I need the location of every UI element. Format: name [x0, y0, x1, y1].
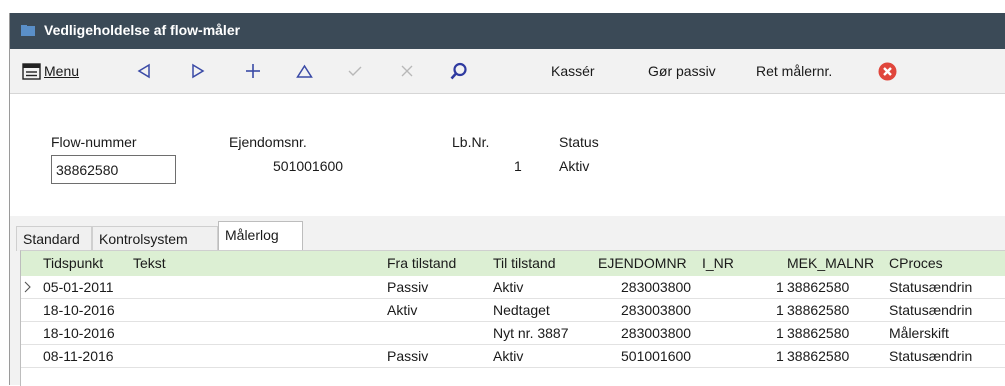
cell-tidspunkt: 08-11-2016: [43, 348, 114, 364]
cell-fra-tilstand: Aktiv: [387, 302, 418, 318]
kasser-button[interactable]: Kassér: [551, 49, 595, 93]
close-circle-icon: [878, 62, 897, 80]
ejendomsnr-value: 501001600: [273, 158, 344, 174]
grid-header: Tidspunkt Tekst Fra tilstand Til tilstan…: [21, 251, 1005, 276]
toolbar: Menu Kassér Gør passiv Ret målernr.: [10, 49, 1005, 94]
cell-tidspunkt: 18-10-2016: [43, 302, 115, 318]
status-label: Status: [559, 134, 599, 150]
close-button[interactable]: [878, 49, 897, 93]
cell-tidspunkt: 05-01-2011: [43, 279, 114, 295]
app-window: Vedligeholdelse af flow-måler Menu Kassé: [9, 13, 1005, 386]
gor-passiv-label: Gør passiv: [648, 63, 716, 79]
table-row[interactable]: 18-10-2016 Nyt nr. 3887 283003800 1 3886…: [21, 322, 1005, 345]
window-icon: [21, 25, 35, 36]
checkmark-icon: [348, 66, 362, 76]
tab-strip: Standard Kontrolsystem Målerlog: [10, 216, 1005, 252]
search-button[interactable]: [450, 49, 468, 93]
tab-kontrolsystem[interactable]: Kontrolsystem: [92, 226, 218, 251]
col-mek-malnr[interactable]: MEK_MALNR: [787, 255, 874, 271]
col-i-nr[interactable]: I_NR: [702, 255, 734, 271]
kasser-label: Kassér: [551, 63, 595, 79]
cell-i-nr: 1: [776, 302, 784, 318]
triangle-right-icon: [192, 63, 205, 79]
malerlog-grid: Tidspunkt Tekst Fra tilstand Til tilstan…: [20, 250, 1005, 386]
confirm-button[interactable]: [347, 49, 363, 93]
cell-ejendomnr: 501001600: [621, 348, 692, 364]
cell-cproces: Målerskift: [889, 325, 949, 341]
col-tidspunkt[interactable]: Tidspunkt: [43, 255, 103, 271]
cell-ejendomnr: 283003800: [621, 302, 692, 318]
lbnr-label: Lb.Nr.: [452, 134, 490, 150]
cell-tidspunkt: 18-10-2016: [43, 325, 115, 341]
col-til-tilstand[interactable]: Til tilstand: [493, 255, 556, 271]
col-cproces[interactable]: CProces: [889, 255, 943, 271]
menu-icon: [22, 62, 41, 80]
cell-i-nr: 1: [776, 348, 784, 364]
title-bar: Vedligeholdelse af flow-måler: [10, 13, 1005, 49]
cell-mek-malnr: 38862580: [787, 325, 850, 341]
cell-til-tilstand: Aktiv: [493, 279, 524, 295]
cell-til-tilstand: Nedtaget: [493, 302, 550, 318]
cell-til-tilstand: Aktiv: [493, 348, 524, 364]
next-button[interactable]: [191, 49, 205, 93]
menu-label: Menu: [44, 63, 80, 79]
cell-cproces: Statusændrin: [889, 302, 973, 318]
row-selector-icon: [24, 281, 31, 293]
ret-malernr-label: Ret målernr.: [756, 63, 833, 79]
ejendomsnr-label: Ejendomsnr.: [229, 134, 307, 150]
tab-malerlog[interactable]: Målerlog: [218, 221, 303, 252]
col-tekst[interactable]: Tekst: [133, 255, 166, 271]
edit-button[interactable]: [296, 49, 313, 93]
plus-icon: [246, 64, 260, 78]
tab-standard[interactable]: Standard: [16, 226, 92, 251]
cell-mek-malnr: 38862580: [787, 279, 850, 295]
table-row[interactable]: 18-10-2016 Aktiv Nedtaget 283003800 1 38…: [21, 299, 1005, 322]
flow-number-input[interactable]: 38862580: [51, 155, 176, 184]
triangle-left-icon: [137, 63, 150, 79]
gor-passiv-button[interactable]: Gør passiv: [648, 49, 716, 93]
cell-ejendomnr: 283003800: [621, 279, 692, 295]
x-icon: [401, 65, 413, 77]
previous-button[interactable]: [137, 49, 151, 93]
triangle-up-icon: [296, 64, 313, 78]
window-title: Vedligeholdelse af flow-måler: [44, 22, 241, 38]
col-ejendomnr[interactable]: EJENDOMNR: [598, 255, 687, 271]
table-row[interactable]: 05-01-2011 Passiv Aktiv 283003800 1 3886…: [21, 276, 1005, 299]
cell-fra-tilstand: Passiv: [387, 279, 429, 295]
cell-i-nr: 1: [776, 279, 784, 295]
menu-button[interactable]: Menu: [22, 49, 79, 93]
col-fra-tilstand[interactable]: Fra tilstand: [387, 255, 456, 271]
cell-cproces: Statusændrin: [889, 348, 973, 364]
cell-cproces: Statusændrin: [889, 279, 973, 295]
cell-ejendomnr: 283003800: [621, 325, 692, 341]
cell-mek-malnr: 38862580: [787, 302, 850, 318]
flow-number-label: Flow-nummer: [51, 134, 137, 150]
cell-til-tilstand: Nyt nr. 3887: [493, 325, 569, 341]
search-icon: [450, 62, 467, 80]
detail-form: Flow-nummer 38862580 Ejendomsnr. 5010016…: [10, 94, 1005, 216]
cell-fra-tilstand: Passiv: [387, 348, 429, 364]
cancel-button[interactable]: [401, 49, 413, 93]
cell-i-nr: 1: [776, 325, 784, 341]
add-button[interactable]: [245, 49, 261, 93]
status-value: Aktiv: [559, 158, 590, 174]
cell-mek-malnr: 38862580: [787, 348, 850, 364]
ret-malernr-button[interactable]: Ret målernr.: [756, 49, 832, 93]
table-row[interactable]: 08-11-2016 Passiv Aktiv 501001600 1 3886…: [21, 345, 1005, 368]
lbnr-value: 1: [514, 158, 522, 174]
